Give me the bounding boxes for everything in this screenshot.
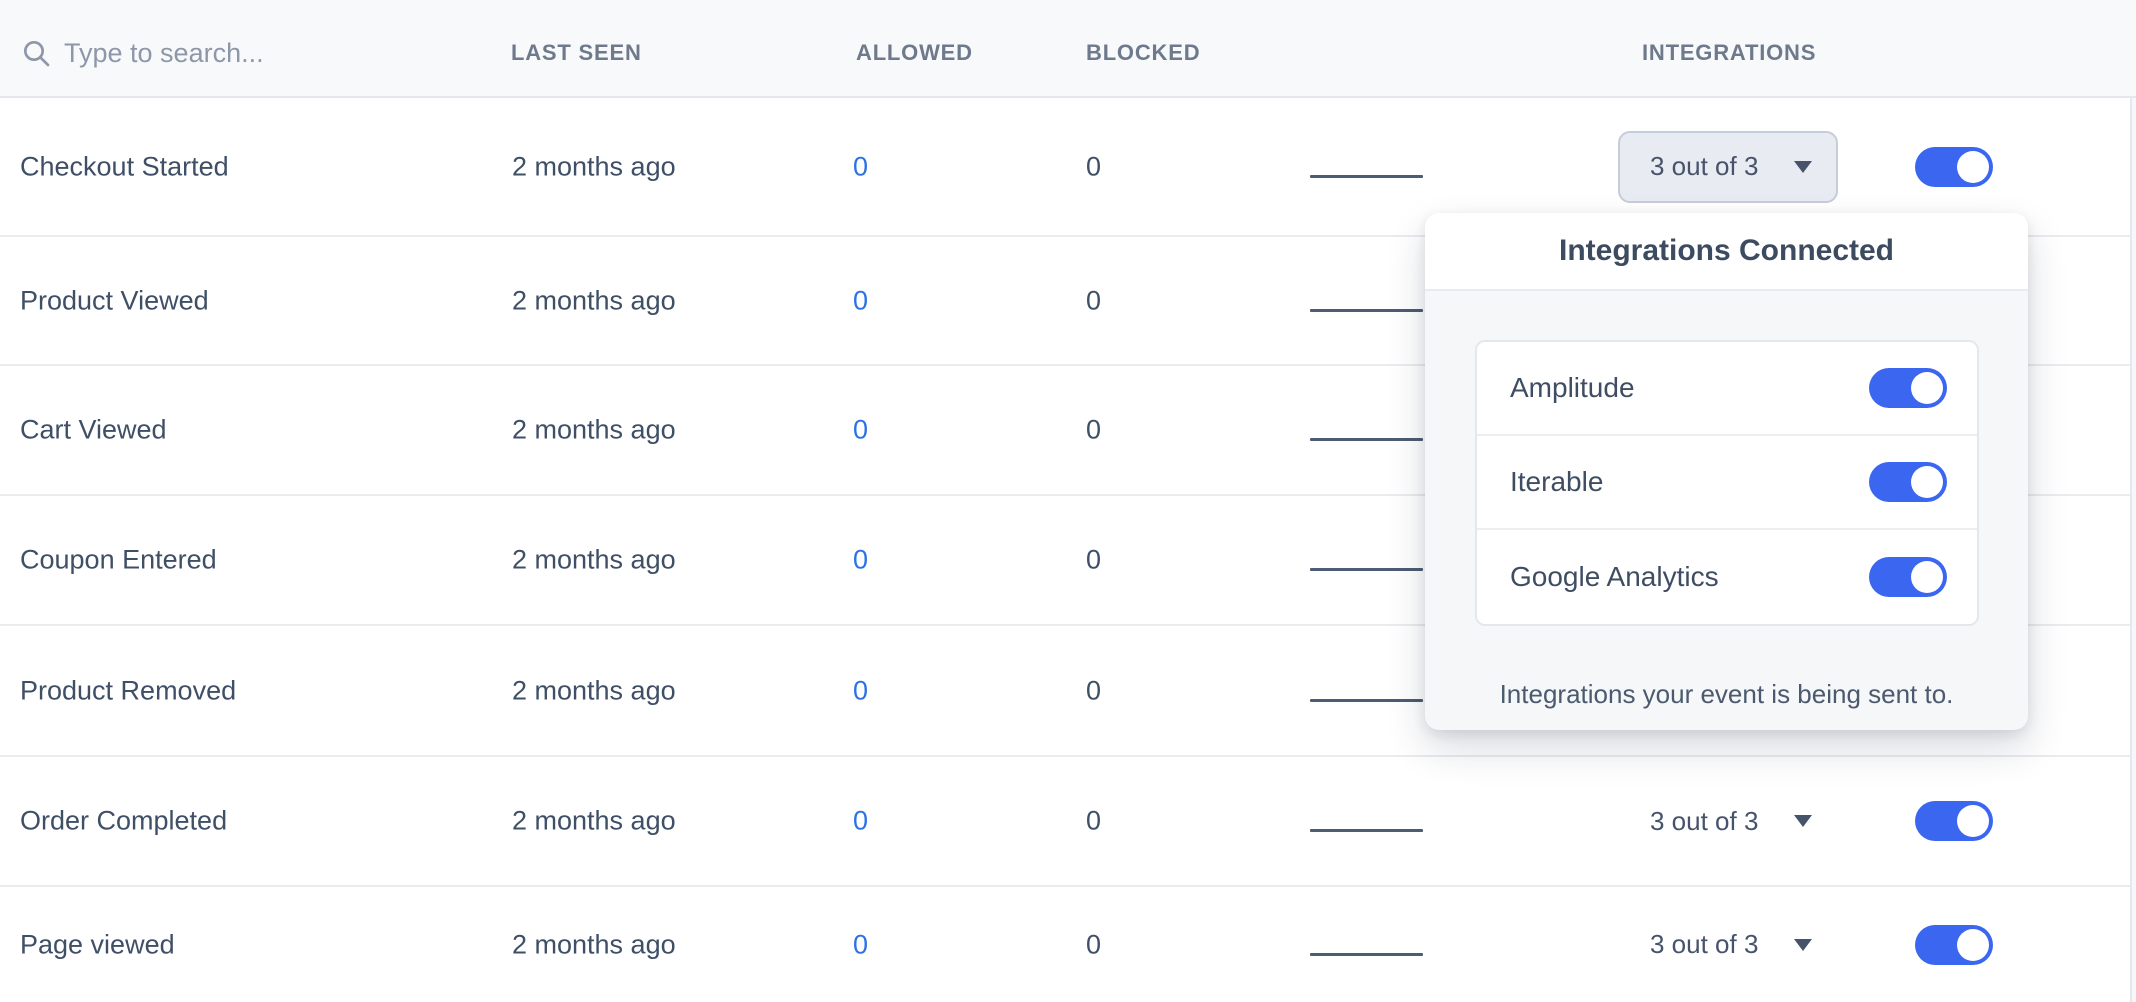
integrations-dropdown[interactable]: 3 out of 3: [1618, 909, 1838, 981]
search-bar: [20, 0, 440, 98]
integration-name: Google Analytics: [1510, 561, 1719, 593]
integrations-summary: 3 out of 3: [1650, 806, 1758, 837]
integration-toggle[interactable]: [1869, 557, 1947, 597]
toggle-knob: [1957, 805, 1989, 837]
events-page: LAST SEEN ALLOWED BLOCKED INTEGRATIONS C…: [0, 0, 2136, 1002]
blocked-count: 0: [1086, 545, 1101, 576]
toggle-knob: [1957, 929, 1989, 961]
column-header-allowed: ALLOWED: [856, 0, 973, 98]
toggle-knob: [1957, 151, 1989, 183]
event-name: Checkout Started: [20, 151, 229, 182]
column-header-blocked: BLOCKED: [1086, 0, 1200, 98]
integration-toggle[interactable]: [1869, 368, 1947, 408]
allowed-count-link[interactable]: 0: [853, 806, 868, 837]
empty-value-dash: [1310, 699, 1423, 702]
integration-row: Amplitude: [1477, 342, 1977, 436]
event-name: Order Completed: [20, 806, 227, 837]
integration-row: Google Analytics: [1477, 530, 1977, 624]
allowed-count-link[interactable]: 0: [853, 151, 868, 182]
column-header-integrations: INTEGRATIONS: [1642, 0, 1816, 98]
empty-value-dash: [1310, 568, 1423, 571]
page-background-strip: [2132, 98, 2136, 1002]
last-seen-value: 2 months ago: [512, 929, 676, 960]
empty-value-dash: [1310, 309, 1423, 312]
integration-row: Iterable: [1477, 436, 1977, 530]
popover-title: Integrations Connected: [1559, 234, 1894, 268]
popover-caption: Integrations your event is being sent to…: [1425, 679, 2028, 710]
allowed-count-link[interactable]: 0: [853, 285, 868, 316]
blocked-count: 0: [1086, 806, 1101, 837]
integration-list: Amplitude Iterable Google Analytics: [1475, 340, 1979, 626]
empty-value-dash: [1310, 953, 1423, 956]
empty-value-dash: [1310, 175, 1423, 178]
table-header: LAST SEEN ALLOWED BLOCKED INTEGRATIONS: [0, 0, 2136, 98]
last-seen-value: 2 months ago: [512, 806, 676, 837]
toggle-knob: [1911, 561, 1943, 593]
integration-name: Iterable: [1510, 466, 1603, 498]
table-row: Order Completed 2 months ago 0 0 3 out o…: [0, 757, 2136, 887]
integration-toggle[interactable]: [1869, 462, 1947, 502]
search-input[interactable]: [64, 38, 404, 69]
table-row: Page viewed 2 months ago 0 0 3 out of 3: [0, 887, 2136, 1002]
chevron-down-icon: [1794, 161, 1812, 173]
event-enabled-toggle[interactable]: [1915, 925, 1993, 965]
event-name: Product Viewed: [20, 285, 209, 316]
allowed-count-link[interactable]: 0: [853, 675, 868, 706]
chevron-down-icon: [1794, 939, 1812, 951]
empty-value-dash: [1310, 829, 1423, 832]
event-enabled-toggle[interactable]: [1915, 147, 1993, 187]
integration-name: Amplitude: [1510, 372, 1635, 404]
allowed-count-link[interactable]: 0: [853, 929, 868, 960]
empty-value-dash: [1310, 438, 1423, 441]
popover-header: Integrations Connected: [1425, 213, 2028, 291]
toggle-knob: [1911, 372, 1943, 404]
integrations-dropdown[interactable]: 3 out of 3: [1618, 131, 1838, 203]
event-name: Coupon Entered: [20, 545, 217, 576]
last-seen-value: 2 months ago: [512, 285, 676, 316]
integrations-summary: 3 out of 3: [1650, 151, 1758, 182]
toggle-knob: [1911, 466, 1943, 498]
chevron-down-icon: [1794, 815, 1812, 827]
last-seen-value: 2 months ago: [512, 415, 676, 446]
blocked-count: 0: [1086, 929, 1101, 960]
allowed-count-link[interactable]: 0: [853, 545, 868, 576]
event-name: Cart Viewed: [20, 415, 167, 446]
integrations-popover: Integrations Connected Amplitude Iterabl…: [1425, 213, 2028, 730]
last-seen-value: 2 months ago: [512, 545, 676, 576]
last-seen-value: 2 months ago: [512, 675, 676, 706]
integrations-dropdown[interactable]: 3 out of 3: [1618, 785, 1838, 857]
allowed-count-link[interactable]: 0: [853, 415, 868, 446]
last-seen-value: 2 months ago: [512, 151, 676, 182]
event-enabled-toggle[interactable]: [1915, 801, 1993, 841]
blocked-count: 0: [1086, 151, 1101, 182]
blocked-count: 0: [1086, 285, 1101, 316]
event-name: Product Removed: [20, 675, 236, 706]
search-icon: [20, 37, 52, 69]
blocked-count: 0: [1086, 415, 1101, 446]
event-name: Page viewed: [20, 929, 175, 960]
column-header-last-seen: LAST SEEN: [511, 0, 642, 98]
integrations-summary: 3 out of 3: [1650, 929, 1758, 960]
blocked-count: 0: [1086, 675, 1101, 706]
